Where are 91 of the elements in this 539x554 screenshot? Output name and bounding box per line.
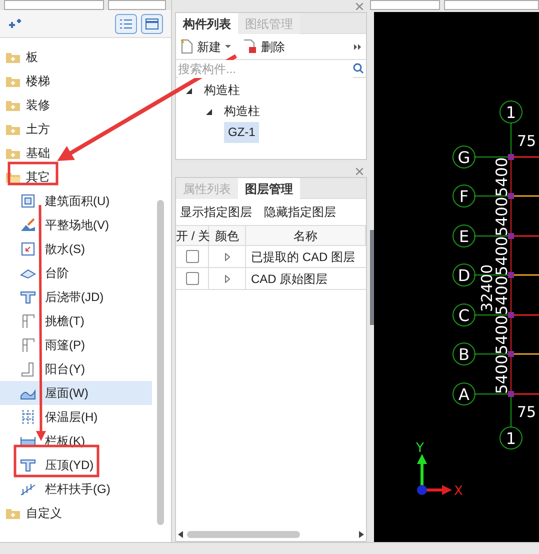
component-icon: [20, 193, 36, 209]
hide-layer-button[interactable]: 隐藏指定图层: [264, 203, 336, 221]
tree-item[interactable]: 挑檐(T): [0, 309, 152, 333]
column-marker: [508, 154, 514, 160]
tree-group[interactable]: 其它: [26, 168, 50, 186]
highlight-frame: [8, 162, 58, 186]
expand-arrow-icon[interactable]: [186, 88, 192, 94]
axis-bubble: A: [452, 382, 476, 406]
column-marker: [508, 312, 514, 318]
dimension-label: 32400: [478, 264, 496, 312]
tab[interactable]: 图层管理: [238, 178, 300, 199]
column-header[interactable]: 颜色: [209, 226, 246, 245]
splitter-handle[interactable]: [370, 230, 374, 325]
component-field[interactable]: [444, 0, 539, 10]
layer-checkbox[interactable]: [186, 250, 198, 263]
category-field[interactable]: [370, 0, 440, 10]
component-icon: [20, 409, 36, 425]
floor-field[interactable]: [4, 0, 104, 10]
tree-item[interactable]: 压顶(YD): [0, 453, 152, 477]
tree-item[interactable]: 阳台(Y): [0, 357, 152, 381]
caret-icon[interactable]: [225, 44, 231, 48]
horizontal-scrollbar[interactable]: [187, 530, 300, 538]
component-icon: [20, 313, 36, 329]
search-field[interactable]: 搜索构件...: [178, 60, 353, 78]
tree-group[interactable]: 自定义: [26, 504, 62, 522]
tree-group[interactable]: 楼梯: [26, 72, 50, 90]
dimension-label: 75: [517, 403, 536, 421]
new-button[interactable]: 新建: [197, 38, 221, 56]
scroll-right-icon[interactable]: [359, 530, 364, 538]
tree-item[interactable]: 屋面(W): [0, 381, 152, 405]
axis-bubble: G: [452, 146, 476, 168]
close-icon[interactable]: [356, 168, 363, 174]
column-marker: [508, 272, 514, 278]
tree-group[interactable]: 基础: [26, 144, 50, 162]
dimension-label: 75: [517, 132, 536, 150]
tree-item[interactable]: 散水(S): [0, 237, 152, 261]
tree-node[interactable]: 构造柱: [200, 80, 244, 101]
type-field[interactable]: [108, 0, 166, 10]
table-cell-text: 已提取的 CAD 图层: [250, 248, 356, 266]
search-icon: [353, 63, 364, 74]
column-marker: [508, 351, 514, 357]
axis-bubble: 1: [500, 100, 522, 124]
component-icon: [20, 361, 36, 377]
component-icon: [20, 481, 36, 497]
component-icon: [20, 457, 36, 473]
scroll-left-icon[interactable]: [178, 530, 183, 538]
axis-bubble: C: [452, 304, 476, 326]
close-icon[interactable]: [356, 2, 363, 10]
tree-item[interactable]: 建筑面积(U): [0, 189, 152, 213]
tree-item[interactable]: 保温层(H): [0, 405, 152, 429]
axis-label: Y: [416, 441, 424, 456]
tab[interactable]: 构件列表: [176, 13, 238, 34]
axis-indicator-drawing: [417, 454, 452, 495]
panel-view-icon[interactable]: [141, 14, 163, 34]
column-header[interactable]: 名称: [246, 226, 366, 245]
axis-bubble: F: [452, 184, 476, 208]
tree-item[interactable]: 栏杆扶手(G): [0, 477, 152, 501]
axis-bubble: 1: [500, 426, 522, 450]
expand-arrow-icon[interactable]: [206, 108, 212, 114]
delete-icon: [243, 39, 257, 54]
column-marker: [508, 193, 514, 199]
axis-label: X: [454, 484, 463, 499]
component-icon: [20, 337, 36, 353]
dimension-label: 540054005400540054005400: [493, 157, 511, 394]
show-layer-button[interactable]: 显示指定图层: [180, 203, 252, 221]
tree-group[interactable]: 土方: [26, 120, 50, 138]
scrollbar[interactable]: [157, 200, 164, 525]
tree-item[interactable]: 雨篷(P): [0, 333, 152, 357]
more-icon[interactable]: [354, 44, 362, 50]
axis-bubble: E: [452, 224, 476, 248]
axis-bubble: B: [452, 342, 476, 366]
tree-item[interactable]: 台阶: [0, 261, 152, 285]
column-header[interactable]: 开 / 关: [176, 226, 209, 245]
tree-node[interactable]: 构造柱: [220, 101, 264, 122]
table-cell-text: CAD 原始图层: [250, 270, 329, 288]
list-view-icon[interactable]: [115, 14, 137, 34]
component-icon: [20, 289, 36, 305]
component-icon: [20, 217, 36, 233]
column-marker: [508, 391, 514, 397]
delete-button[interactable]: 删除: [261, 38, 285, 56]
tree-node[interactable]: GZ-1: [224, 122, 260, 143]
new-document-icon: [180, 39, 193, 54]
tree-item[interactable]: 后浇带(JD): [0, 285, 152, 309]
component-icon: [20, 241, 36, 257]
tree-item[interactable]: 平整场地(V): [0, 213, 152, 237]
axis-bubble: D: [452, 264, 476, 286]
add-icon[interactable]: [8, 18, 22, 28]
tree-group[interactable]: 板: [26, 48, 38, 66]
tree-group[interactable]: 装修: [26, 96, 50, 114]
layer-checkbox[interactable]: [186, 272, 198, 285]
column-marker: [508, 233, 514, 239]
